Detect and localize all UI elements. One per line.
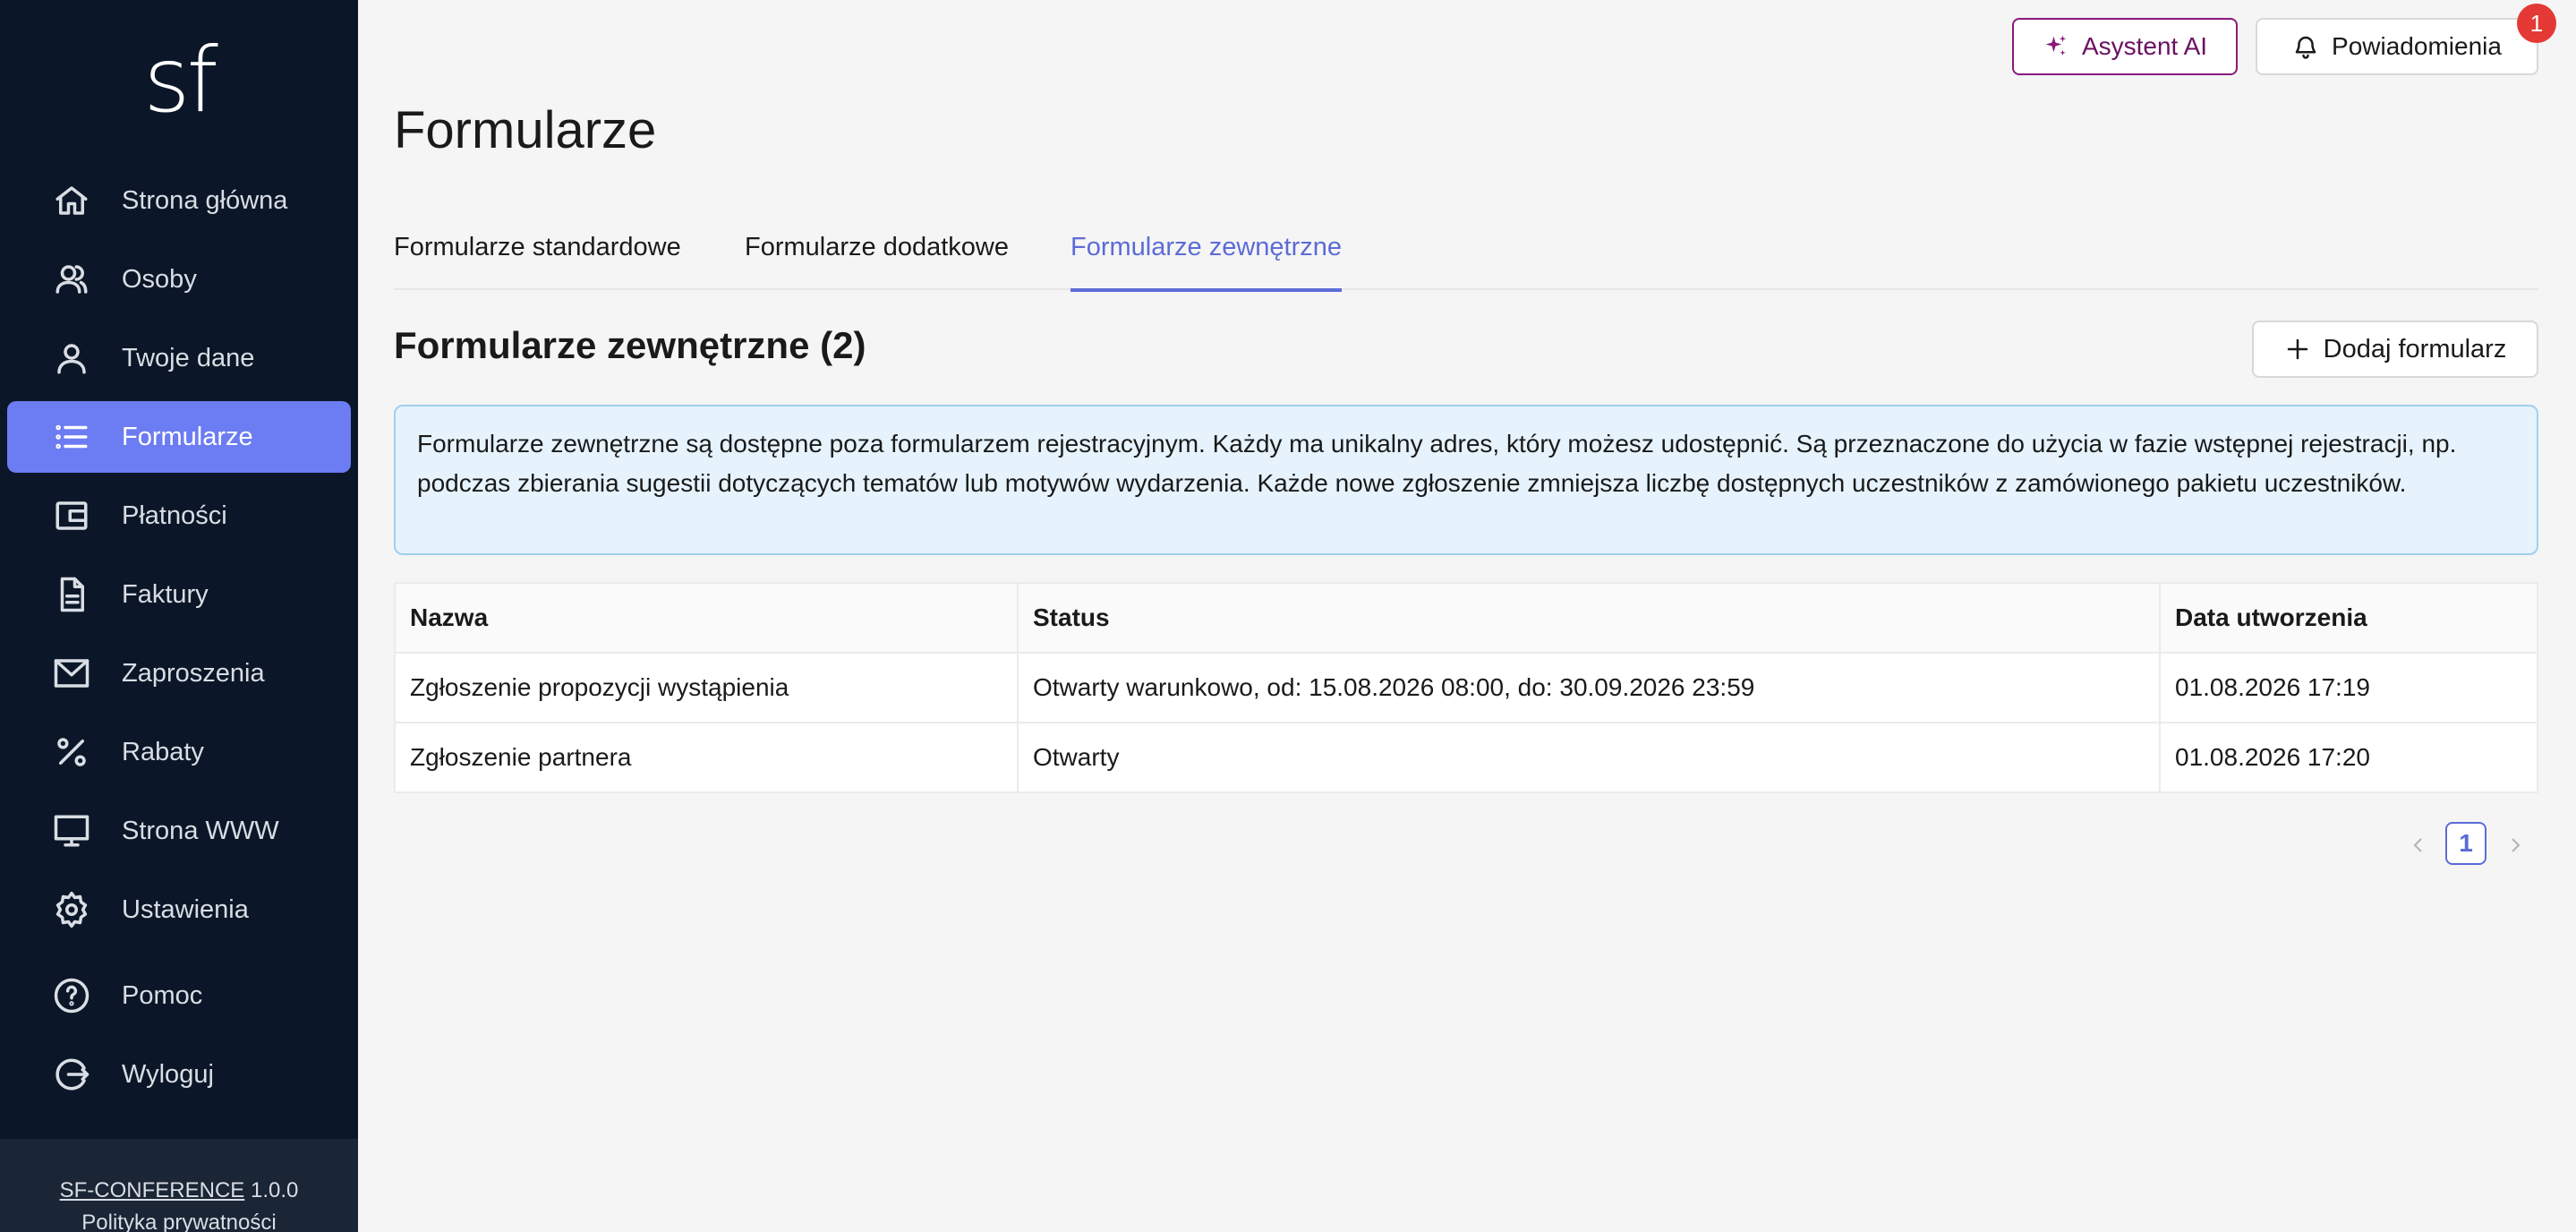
table-header-row: Nazwa Status Data utworzenia bbox=[395, 583, 2538, 654]
tab-external-forms[interactable]: Formularze zewnętrzne bbox=[1070, 233, 1342, 292]
wallet-icon bbox=[50, 494, 93, 537]
plus-icon bbox=[2287, 338, 2307, 360]
pagination-prev-button[interactable] bbox=[2401, 827, 2436, 863]
sidebar-footer: SF-CONFERENCE 1.0.0 Polityka prywatności bbox=[0, 1139, 358, 1232]
chevron-left-icon bbox=[2413, 838, 2422, 852]
sidebar-item-label: Twoje dane bbox=[122, 343, 255, 372]
sidebar-item-help[interactable]: Pomoc bbox=[7, 960, 351, 1031]
bell-icon bbox=[2295, 36, 2316, 59]
column-header-name[interactable]: Nazwa bbox=[395, 583, 1018, 654]
app-logo[interactable]: sf bbox=[0, 27, 358, 134]
logout-icon bbox=[50, 1053, 93, 1096]
sidebar-item-label: Pomoc bbox=[122, 980, 203, 1010]
tab-additional-forms[interactable]: Formularze dodatkowe bbox=[745, 233, 1009, 292]
sidebar-item-label: Strona WWW bbox=[122, 816, 279, 845]
add-form-button[interactable]: Dodaj formularz bbox=[2252, 321, 2538, 378]
forms-table: Nazwa Status Data utworzenia Zgłoszenie … bbox=[394, 582, 2538, 793]
sidebar-item-home[interactable]: Strona główna bbox=[7, 165, 351, 236]
sidebar-item-people[interactable]: Osoby bbox=[7, 244, 351, 315]
mail-icon bbox=[50, 652, 93, 695]
sidebar-item-your-data[interactable]: Twoje dane bbox=[7, 322, 351, 394]
version-text: 1.0.0 bbox=[250, 1178, 299, 1202]
sidebar-item-website[interactable]: Strona WWW bbox=[7, 795, 351, 867]
notifications-label: Powiadomienia bbox=[2332, 32, 2502, 60]
cell-name[interactable]: Zgłoszenie propozycji wystąpienia bbox=[395, 653, 1018, 723]
cell-created: 01.08.2026 17:19 bbox=[2159, 653, 2538, 723]
sidebar-item-settings[interactable]: Ustawienia bbox=[7, 874, 351, 945]
pagination-page-button[interactable]: 1 bbox=[2445, 822, 2486, 865]
table-row[interactable]: Zgłoszenie propozycji wystąpienia Otwart… bbox=[395, 653, 2538, 723]
sidebar-item-forms[interactable]: Formularze bbox=[7, 401, 351, 473]
sparkles-icon bbox=[2045, 35, 2067, 56]
table-row[interactable]: Zgłoszenie partnera Otwarty 01.08.2026 1… bbox=[395, 723, 2538, 792]
gear-icon bbox=[50, 888, 93, 931]
cell-name[interactable]: Zgłoszenie partnera bbox=[395, 723, 1018, 792]
sidebar-item-label: Formularze bbox=[122, 422, 253, 451]
percent-icon bbox=[50, 731, 93, 774]
notifications-badge: 1 bbox=[2517, 4, 2556, 43]
cell-created: 01.08.2026 17:20 bbox=[2159, 723, 2538, 792]
section-title: Formularze zewnętrzne (2) bbox=[394, 324, 866, 366]
ai-assistant-label: Asystent AI bbox=[2081, 32, 2208, 60]
chevron-right-icon bbox=[2512, 838, 2521, 852]
add-form-label: Dodaj formularz bbox=[2323, 334, 2507, 364]
sidebar-item-label: Płatności bbox=[122, 500, 227, 530]
sidebar-item-label: Faktury bbox=[122, 579, 209, 609]
sidebar-item-label: Zaproszenia bbox=[122, 658, 265, 688]
sidebar-item-invoices[interactable]: Faktury bbox=[7, 559, 351, 630]
notifications-button[interactable]: Powiadomienia bbox=[2256, 18, 2538, 75]
help-icon bbox=[50, 974, 93, 1017]
sidebar-item-label: Rabaty bbox=[122, 737, 204, 766]
sidebar-item-invitations[interactable]: Zaproszenia bbox=[7, 637, 351, 709]
cell-status: Otwarty bbox=[1017, 723, 2160, 792]
monitor-icon bbox=[50, 809, 93, 852]
list-icon bbox=[50, 415, 93, 458]
sidebar-item-discounts[interactable]: Rabaty bbox=[7, 716, 351, 788]
tab-standard-forms[interactable]: Formularze standardowe bbox=[394, 233, 681, 292]
sidebar-item-label: Ustawienia bbox=[122, 894, 249, 924]
privacy-link[interactable]: Polityka prywatności bbox=[0, 1207, 358, 1232]
ai-assistant-button[interactable]: Asystent AI bbox=[2012, 18, 2238, 75]
document-icon bbox=[50, 573, 93, 616]
sidebar-item-label: Osoby bbox=[122, 264, 197, 294]
sidebar-nav: Strona główna Osoby Twoje dane Formularz… bbox=[7, 165, 351, 1117]
product-link[interactable]: SF-CONFERENCE bbox=[60, 1178, 245, 1202]
version-line: SF-CONFERENCE 1.0.0 bbox=[0, 1175, 358, 1207]
info-alert: Formularze zewnętrzne są dostępne poza f… bbox=[394, 405, 2538, 555]
tabs: Formularze standardowe Formularze dodatk… bbox=[394, 227, 2538, 292]
sidebar-item-label: Wyloguj bbox=[122, 1059, 214, 1089]
sidebar-item-label: Strona główna bbox=[122, 185, 288, 215]
sidebar: sf Strona główna Osoby Twoje dane Formul… bbox=[0, 0, 358, 1232]
sidebar-item-payments[interactable]: Płatności bbox=[7, 480, 351, 552]
pagination-next-button[interactable] bbox=[2497, 827, 2533, 863]
sidebar-item-logout[interactable]: Wyloguj bbox=[7, 1039, 351, 1110]
page-title: Formularze bbox=[394, 101, 657, 159]
column-header-status[interactable]: Status bbox=[1017, 583, 2160, 654]
column-header-created[interactable]: Data utworzenia bbox=[2159, 583, 2538, 654]
people-icon bbox=[50, 258, 93, 301]
user-icon bbox=[50, 337, 93, 380]
cell-status: Otwarty warunkowo, od: 15.08.2026 08:00,… bbox=[1017, 653, 2160, 723]
home-icon bbox=[50, 179, 93, 222]
